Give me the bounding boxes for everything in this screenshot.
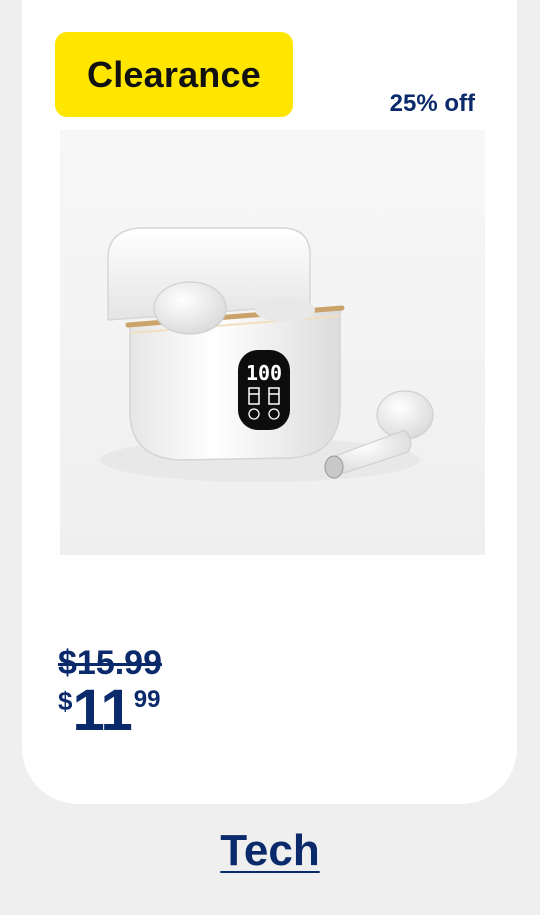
product-image[interactable]: 100 bbox=[60, 130, 485, 555]
sale-price-cents: 99 bbox=[133, 686, 161, 713]
sale-price-dollars: 11 bbox=[72, 678, 132, 743]
earbuds-illustration: 100 bbox=[100, 227, 434, 482]
clearance-badge: Clearance bbox=[55, 32, 293, 117]
sale-price: $ 11 99 bbox=[58, 682, 161, 740]
case-led-display: 100 bbox=[246, 361, 282, 385]
discount-label: 25% off bbox=[389, 90, 475, 117]
sale-price-currency: $ bbox=[58, 686, 73, 716]
category-link-tech[interactable]: Tech bbox=[220, 826, 319, 875]
category-link-container: Tech bbox=[0, 826, 540, 876]
